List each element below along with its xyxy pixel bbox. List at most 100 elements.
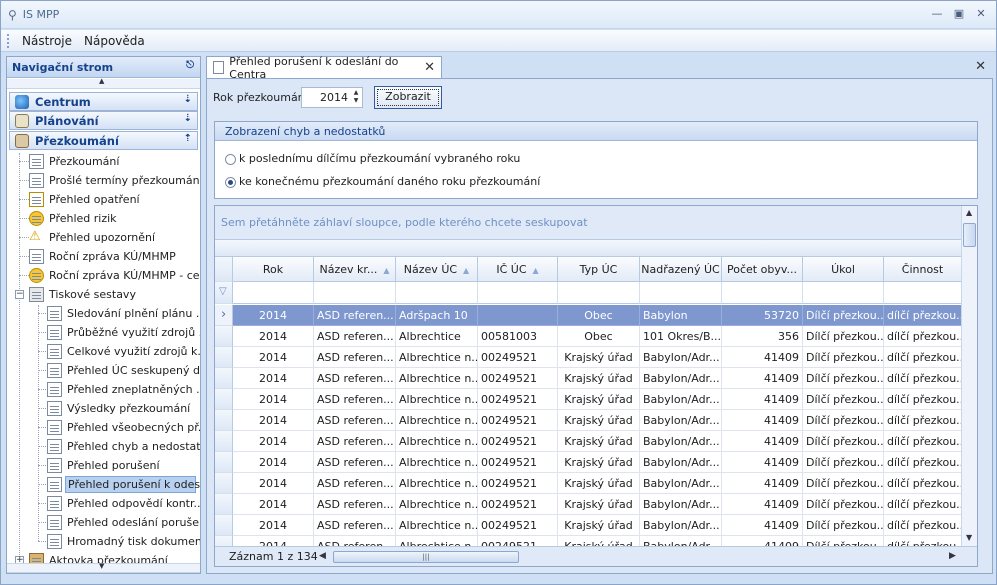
spinner-arrows-icon[interactable]: ▲ ▼ [351,89,361,106]
row-indicator[interactable] [215,326,233,347]
table-cell[interactable]: Babylon/Adr... [640,494,722,515]
scroll-down-icon[interactable]: ▼ [966,533,972,542]
table-cell[interactable]: 53720 [722,305,803,326]
nav-group-planovani[interactable]: Plánování ⇣ [9,111,198,130]
table-cell[interactable]: 356 [722,326,803,347]
tree-report-item[interactable]: Přehled chyb a nedostatků [7,437,200,456]
table-cell[interactable]: 41409 [722,431,803,452]
table-cell[interactable]: Obec [558,305,640,326]
table-cell[interactable]: ASD referen... [314,494,396,515]
table-cell[interactable]: Krajský úřad [558,368,640,389]
col-ukol-filter[interactable] [803,282,884,304]
table-cell[interactable]: 2014 [233,473,314,494]
table-cell[interactable]: Dílčí přezkou... [803,452,884,473]
row-indicator[interactable] [215,452,233,473]
tree-item-rocni-zprava-centrum[interactable]: Roční zpráva KÚ/MHMP - ce... [7,266,200,285]
row-indicator[interactable] [215,347,233,368]
tree-report-item-selected[interactable]: Přehled porušení k odes... [7,475,200,494]
show-button[interactable]: Zobrazit [374,86,442,109]
tree-report-item[interactable]: Přehled odeslání poruše... [7,513,200,532]
table-cell[interactable]: 00249521 [478,473,558,494]
close-all-icon[interactable]: ✕ [975,59,986,74]
tree-item-prehled-upozorneni[interactable]: ⚠ Přehled upozornění [7,228,200,247]
tree-item-rocni-zprava[interactable]: Roční zpráva KÚ/MHMP [7,247,200,266]
table-cell[interactable]: dílčí přezkou... [884,515,962,536]
table-cell[interactable]: Dílčí přezkou... [803,515,884,536]
tree-item-prezkoumani[interactable]: Přezkoumání [7,152,200,171]
table-cell[interactable]: Albrechtice n... [396,431,478,452]
tree-report-item[interactable]: Přehled porušení [7,456,200,475]
col-pocet-obyvatel-filter[interactable] [722,282,803,304]
table-cell[interactable]: 41409 [722,410,803,431]
table-cell[interactable]: Dílčí přezkou... [803,389,884,410]
table-cell[interactable]: Babylon/Adr... [640,452,722,473]
col-cinnost-header[interactable]: Činnost [884,257,962,282]
radio-final-label[interactable]: ke konečnému přezkoumání daného roku pře… [239,175,540,188]
table-cell[interactable]: Krajský úřad [558,347,640,368]
nav-group-centrum[interactable]: Centrum ⇣ [9,92,198,111]
table-cell[interactable]: ASD referen... [314,368,396,389]
table-cell[interactable]: Babylon/Adr... [640,473,722,494]
table-cell[interactable]: ASD referen... [314,515,396,536]
tree-item-tiskove-sestavy[interactable]: − Tiskové sestavy [7,285,200,304]
row-indicator[interactable] [215,368,233,389]
horizontal-scroll-thumb[interactable]: ||| [333,551,519,563]
table-cell[interactable]: 41409 [722,347,803,368]
table-cell[interactable]: Babylon/Adr... [640,347,722,368]
table-cell[interactable]: ASD referen... [314,410,396,431]
table-cell[interactable]: dílčí přezkou... [884,410,962,431]
table-cell[interactable]: 41409 [722,452,803,473]
menu-tools[interactable]: Nástroje [22,34,72,48]
table-cell[interactable]: ASD referen... [314,431,396,452]
table-cell[interactable]: ASD referen... [314,452,396,473]
tree-report-item[interactable]: Přehled ÚC seskupený d... [7,361,200,380]
table-cell[interactable]: 00249521 [478,410,558,431]
col-nadrazeny-uc-header[interactable]: Nadřazený ÚC [640,257,722,282]
table-cell[interactable]: Dílčí přezkou... [803,494,884,515]
table-cell[interactable]: 41409 [722,389,803,410]
tree-report-item[interactable]: Přehled všeobecných př... [7,418,200,437]
col-nazev-uc-header[interactable]: Název ÚC ▲ [396,257,478,282]
col-cinnost-filter[interactable] [884,282,962,304]
table-cell[interactable]: Krajský úřad [558,515,640,536]
table-cell[interactable]: 41409 [722,368,803,389]
table-cell[interactable]: 2014 [233,494,314,515]
table-cell[interactable]: Albrechtice n... [396,515,478,536]
table-cell[interactable]: Dílčí přezkou... [803,326,884,347]
table-cell[interactable]: dílčí přezkou... [884,452,962,473]
table-cell[interactable]: ASD referen... [314,326,396,347]
col-rok-filter[interactable] [233,282,314,304]
col-rok-header[interactable]: Rok [233,257,314,282]
group-by-panel[interactable]: Sem přetáhněte záhlaví sloupce, podle kt… [215,206,961,239]
table-cell[interactable]: 2014 [233,410,314,431]
table-cell[interactable]: dílčí přezkou... [884,347,962,368]
row-indicator[interactable]: › [215,305,233,326]
table-cell[interactable]: Albrechtice [396,326,478,347]
table-cell[interactable]: 2014 [233,368,314,389]
collapse-toggle[interactable]: − [15,290,24,299]
table-cell[interactable]: 00249521 [478,494,558,515]
vertical-scroll-thumb[interactable] [963,223,976,247]
table-cell[interactable]: 2014 [233,305,314,326]
table-cell[interactable]: Dílčí přezkou... [803,368,884,389]
table-cell[interactable]: 00249521 [478,452,558,473]
scroll-right-icon[interactable]: ▶ [949,551,956,561]
table-cell[interactable]: Babylon/Adr... [640,368,722,389]
nav-group-prezkoumani[interactable]: Přezkoumání ⇡ [9,131,198,150]
table-cell[interactable]: Albrechtice n... [396,368,478,389]
filter-indicator[interactable]: ▽ [215,282,233,304]
table-cell[interactable]: Dílčí přezkou... [803,473,884,494]
row-indicator[interactable] [215,389,233,410]
table-cell[interactable]: Krajský úřad [558,431,640,452]
table-cell[interactable]: Krajský úřad [558,473,640,494]
tree-report-item[interactable]: Celkové využití zdrojů k... [7,342,200,361]
tree-report-item[interactable]: Výsledky přezkoumání [7,399,200,418]
tree-item-prehled-rizik[interactable]: Přehled rizik [7,209,200,228]
nav-scroll-up[interactable]: ▲ [7,77,200,89]
maximize-button[interactable]: ▣ [951,6,967,22]
tree-report-item[interactable]: Přehled odpovědí kontr... [7,494,200,513]
table-cell[interactable]: Krajský úřad [558,410,640,431]
table-cell[interactable]: 2014 [233,326,314,347]
table-cell[interactable]: 2014 [233,389,314,410]
scroll-up-icon[interactable]: ▲ [966,208,972,217]
